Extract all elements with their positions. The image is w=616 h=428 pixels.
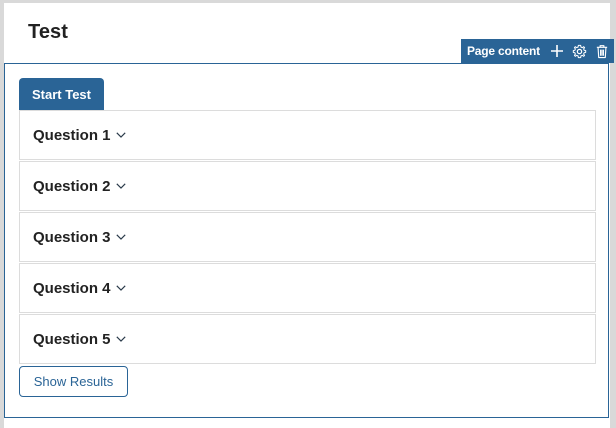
question-list: Question 1 Question 2 Question 3 Questio… xyxy=(19,110,596,365)
chevron-down-icon xyxy=(115,132,126,138)
start-test-button[interactable]: Start Test xyxy=(19,78,104,110)
page-title: Test xyxy=(28,21,69,43)
plus-icon[interactable] xyxy=(550,43,564,59)
question-label: Question 5 xyxy=(33,330,111,348)
question-label: Question 4 xyxy=(33,279,111,297)
question-label: Question 3 xyxy=(33,228,111,246)
question-item-2[interactable]: Question 2 xyxy=(19,161,596,211)
chevron-down-icon xyxy=(115,285,126,291)
gear-icon[interactable] xyxy=(572,43,587,59)
question-item-3[interactable]: Question 3 xyxy=(19,212,596,262)
question-item-5[interactable]: Question 5 xyxy=(19,314,596,364)
question-label: Question 2 xyxy=(33,177,111,195)
page-container: Test Page content Start Test Question 1 xyxy=(4,3,614,428)
page-content-toolbar: Page content xyxy=(461,39,614,63)
chevron-down-icon xyxy=(115,183,126,189)
question-item-4[interactable]: Question 4 xyxy=(19,263,596,313)
question-item-1[interactable]: Question 1 xyxy=(19,110,596,160)
chevron-down-icon xyxy=(115,336,126,342)
question-label: Question 1 xyxy=(33,126,111,144)
trash-icon[interactable] xyxy=(595,43,609,59)
toolbar-label: Page content xyxy=(467,44,540,58)
chevron-down-icon xyxy=(115,234,126,240)
show-results-button[interactable]: Show Results xyxy=(19,366,128,397)
